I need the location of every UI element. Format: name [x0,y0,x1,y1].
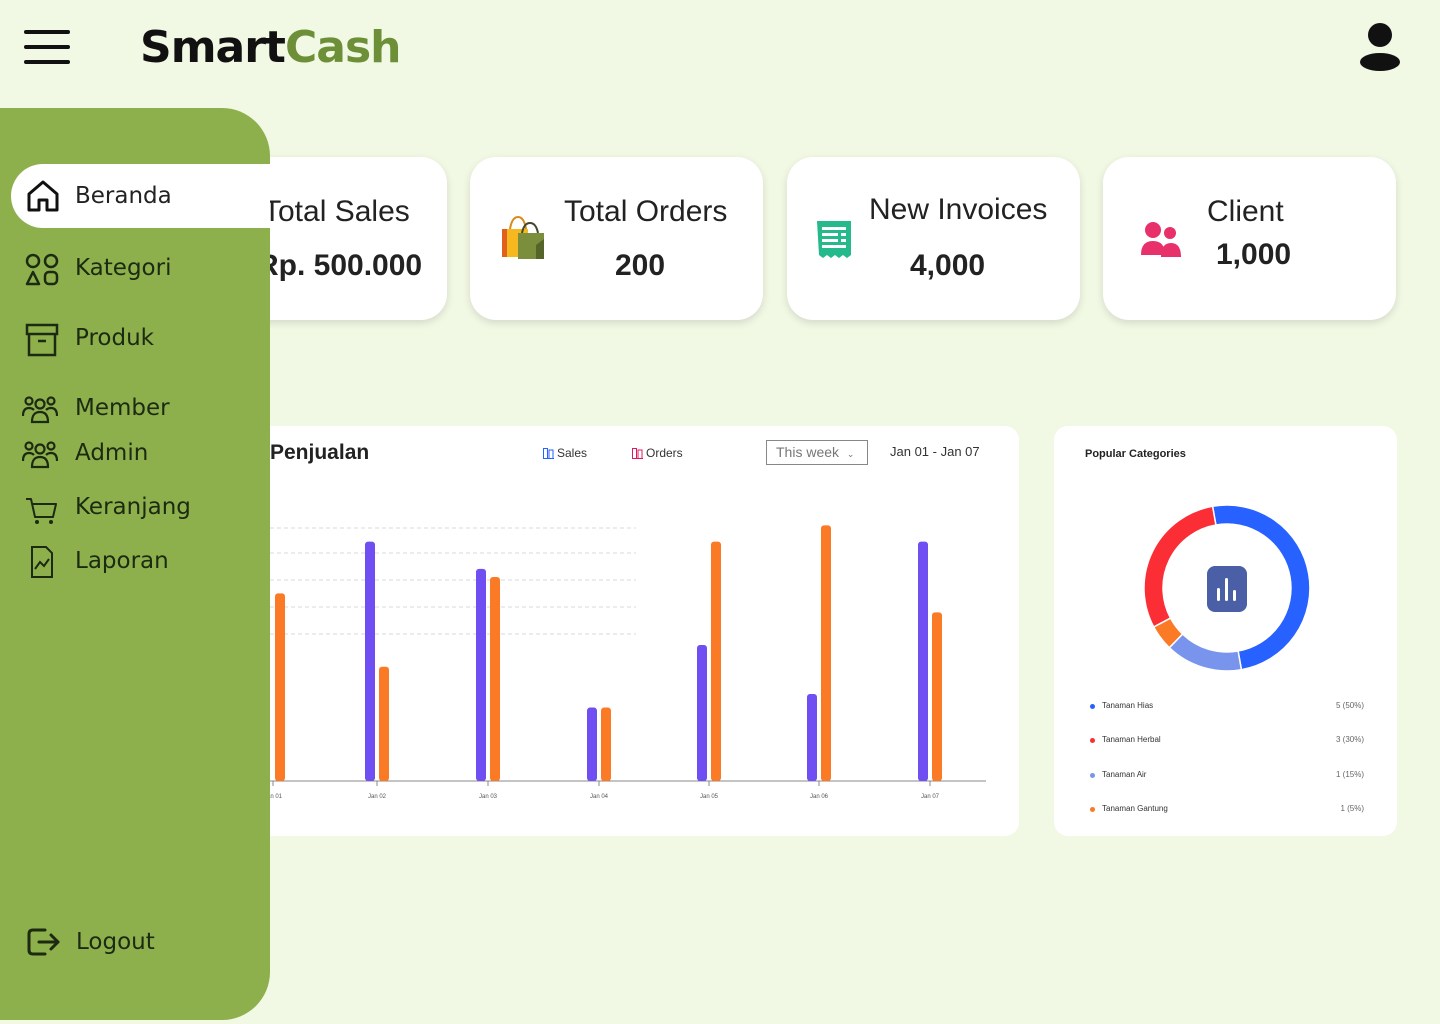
sidebar-item-label: Laporan [75,548,169,574]
category-value: 5 (50%) [1335,701,1364,710]
group-icon [22,396,58,424]
logout-icon [27,928,60,956]
sidebar-item-label: Produk [75,325,154,351]
sidebar-item-laporan[interactable]: Laporan [0,538,270,588]
sales-chart-title: Penjualan [270,441,370,464]
category-dot [1090,773,1095,778]
cart-icon [26,498,57,524]
category-name: Tanaman Gantung [1102,804,1168,813]
sidebar-item-produk[interactable]: Produk [0,315,270,365]
stat-value: 200 [615,249,666,282]
category-name: Tanaman Herbal [1102,735,1161,744]
group-icon [22,441,58,469]
legend-orders-label: Orders [646,446,683,460]
archive-box-icon [25,323,59,357]
sidebar-item-label: Kategori [75,255,172,281]
category-dot [1090,738,1095,743]
category-value: 1 (5%) [1340,804,1364,813]
report-icon [31,546,53,578]
bar-legend-icon [543,447,554,459]
user-icon[interactable] [1358,22,1402,72]
category-dot [1090,704,1095,709]
popular-categories-title: Popular Categories [1085,448,1186,460]
stat-title: Total Sales [263,195,410,228]
sidebar-item-kategori[interactable]: Kategori [0,245,270,295]
users-icon [1141,222,1181,257]
legend-sales[interactable]: Sales [543,446,587,460]
sidebar-item-label: Beranda [75,183,172,209]
stat-value: 4,000 [910,249,986,282]
receipt-icon [817,221,851,258]
category-row: Tanaman Gantung 1 (5%) [1090,804,1364,818]
stat-value: 1,000 [1216,238,1292,271]
brand-logo: SmartCash [140,22,401,73]
stat-value: Rp. 500.000 [257,249,423,282]
stat-title: Client [1207,195,1284,228]
home-icon [27,180,59,212]
period-select[interactable]: This week ⌄ [766,440,868,465]
sidebar-item-label: Admin [75,440,149,466]
stat-card-client: Client 1,000 [1103,157,1396,320]
category-row: Tanaman Hias 5 (50%) [1090,701,1364,715]
sidebar-item-label: Keranjang [75,494,191,520]
sidebar-item-beranda[interactable]: Beranda [11,164,270,228]
date-range: Jan 01 - Jan 07 [890,444,980,459]
logout-label: Logout [76,929,155,955]
sidebar-item-member[interactable]: Member [0,385,270,435]
sidebar: Beranda Kategori Produk Member Admin Ker… [0,108,270,1020]
legend-orders[interactable]: Orders [632,446,683,460]
bar-legend-icon [632,447,643,459]
category-name: Tanaman Air [1102,770,1147,779]
category-dot [1090,807,1095,812]
menu-button[interactable] [24,28,70,66]
category-value: 1 (15%) [1335,770,1364,779]
brand-part2: Cash [284,22,401,73]
stat-title: New Invoices [869,193,1048,226]
stat-card-total-orders: Total Orders 200 [470,157,763,320]
period-select-value: This week [776,444,840,460]
sales-chart-panel [240,426,1019,836]
legend-sales-label: Sales [557,446,588,460]
chevron-down-icon: ⌄ [846,449,855,459]
sidebar-item-keranjang[interactable]: Keranjang [0,484,270,534]
stat-card-new-invoices: New Invoices 4,000 [787,157,1080,320]
sidebar-item-admin[interactable]: Admin [0,430,270,480]
stat-title: Total Orders [564,195,728,228]
category-name: Tanaman Hias [1102,701,1154,710]
bar-chart-icon [1207,566,1247,612]
category-value: 3 (30%) [1335,735,1364,744]
brand-part1: Smart [140,22,286,73]
shopping-bags-icon [502,215,544,259]
category-row: Tanaman Air 1 (15%) [1090,770,1364,784]
grid-shapes-icon [25,253,59,286]
logout-button[interactable]: Logout [0,917,270,967]
sidebar-item-label: Member [75,395,170,421]
category-row: Tanaman Herbal 3 (30%) [1090,735,1364,749]
